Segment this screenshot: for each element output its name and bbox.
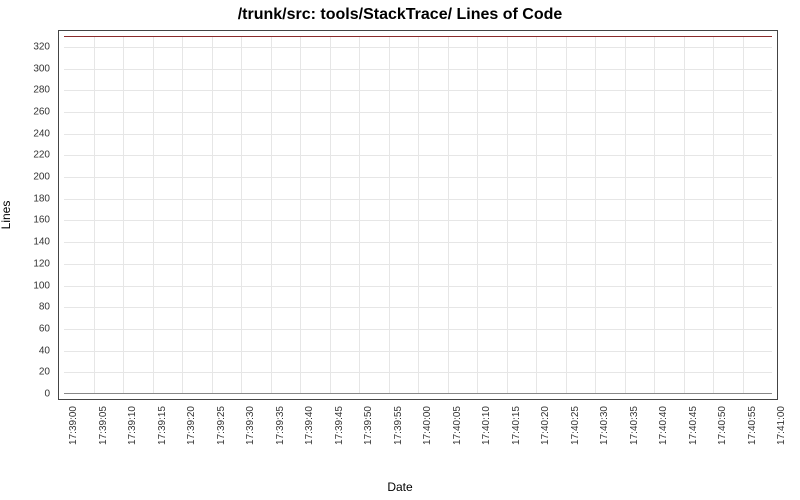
- x-axis-label: Date: [0, 480, 800, 494]
- x-tick-label: 17:39:15: [157, 406, 168, 445]
- y-tick-label: 0: [44, 389, 50, 400]
- y-tick-label: 100: [33, 280, 50, 291]
- x-tick-label: 17:39:20: [186, 406, 197, 445]
- x-tick-label: 17:40:40: [658, 406, 669, 445]
- y-tick-label: 240: [33, 128, 50, 139]
- y-tick-label: 20: [39, 367, 50, 378]
- y-tick-label: 280: [33, 85, 50, 96]
- x-tick-label: 17:39:10: [127, 406, 138, 445]
- y-tick-label: 220: [33, 150, 50, 161]
- y-tick-label: 60: [39, 323, 50, 334]
- y-tick-label: 320: [33, 41, 50, 52]
- x-tick-label: 17:40:05: [452, 406, 463, 445]
- chart-title: /trunk/src: tools/StackTrace/ Lines of C…: [0, 6, 800, 24]
- y-tick-label: 120: [33, 258, 50, 269]
- y-tick-label: 160: [33, 215, 50, 226]
- y-tick-label: 40: [39, 345, 50, 356]
- x-tick-label: 17:40:30: [599, 406, 610, 445]
- y-tick-label: 180: [33, 193, 50, 204]
- x-tick-label: 17:40:45: [688, 406, 699, 445]
- loc-chart: /trunk/src: tools/StackTrace/ Lines of C…: [0, 0, 800, 500]
- y-tick-label: 200: [33, 172, 50, 183]
- x-tick-label: 17:39:50: [363, 406, 374, 445]
- x-tick-label: 17:39:05: [98, 406, 109, 445]
- x-tick-label: 17:40:25: [570, 406, 581, 445]
- x-tick-label: 17:41:00: [776, 406, 787, 445]
- x-tick-label: 17:40:15: [511, 406, 522, 445]
- x-tick-label: 17:40:10: [481, 406, 492, 445]
- x-tick-label: 17:40:00: [422, 406, 433, 445]
- x-tick-label: 17:40:20: [540, 406, 551, 445]
- y-tick-label: 140: [33, 237, 50, 248]
- x-tick-label: 17:40:55: [747, 406, 758, 445]
- plot-area: [58, 30, 778, 400]
- x-tick-label: 17:39:40: [304, 406, 315, 445]
- x-tick-label: 17:40:35: [629, 406, 640, 445]
- y-tick-label: 300: [33, 63, 50, 74]
- x-tick-label: 17:39:55: [393, 406, 404, 445]
- x-axis-ticks: 17:39:00 17:39:05 17:39:10 17:39:15 17:39:20…: [58, 400, 778, 480]
- x-tick-label: 17:39:30: [245, 406, 256, 445]
- x-tick-label: 17:39:45: [334, 406, 345, 445]
- plot-outer-border: [58, 30, 778, 400]
- y-axis-ticks: 0 20 40 60 80 100 120 140 160 180 200 220 240 260 280 3…: [0, 30, 54, 400]
- y-tick-label: 80: [39, 302, 50, 313]
- y-tick-label: 260: [33, 106, 50, 117]
- x-tick-label: 17:39:25: [216, 406, 227, 445]
- x-tick-label: 17:39:35: [275, 406, 286, 445]
- x-tick-label: 17:39:00: [68, 406, 79, 445]
- x-tick-label: 17:40:50: [717, 406, 728, 445]
